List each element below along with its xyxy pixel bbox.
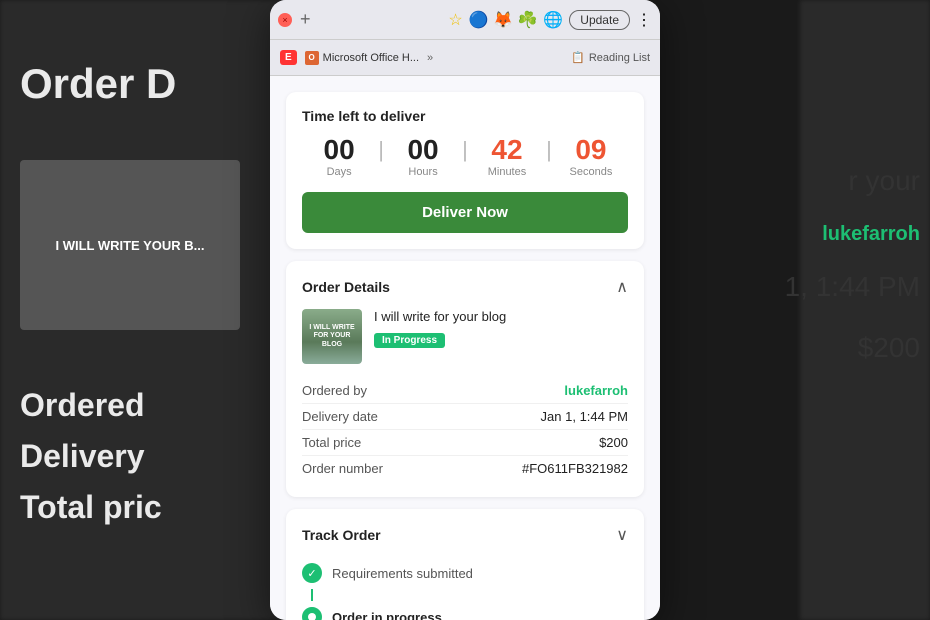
ordered-by-row: Ordered by lukefarroh: [302, 378, 628, 404]
countdown-hours: 00 Hours: [386, 136, 460, 178]
browser-window: × + ☆ 🔵 🦊 ☘️ 🌐 Update ⋮ E O Microsoft Of…: [270, 0, 660, 620]
countdown-minutes: 42 Minutes: [470, 136, 544, 178]
days-label: Days: [302, 166, 376, 178]
days-value: 00: [302, 136, 376, 164]
bg-right-text: r your lukefarroh 1, 1:44 PM $200: [785, 150, 920, 379]
deliver-now-button[interactable]: Deliver Now: [302, 192, 628, 233]
track-progress-icon: [302, 607, 322, 620]
browser-tabs: E O Microsoft Office H... »: [280, 50, 563, 65]
time-left-title: Time left to deliver: [302, 108, 628, 124]
more-tabs-indicator[interactable]: »: [427, 52, 433, 64]
reading-list-button[interactable]: 📋 Reading List: [571, 51, 650, 64]
update-button[interactable]: Update: [569, 10, 630, 30]
bg-left-image: I WILL WRITE YOUR B...: [20, 160, 240, 330]
order-number-value: #FO611FB321982: [522, 461, 628, 476]
reading-list-icon: 📋: [571, 51, 585, 64]
track-order-card: Track Order ∨ ✓ Requirements submitted O…: [286, 509, 644, 620]
order-number-row: Order number #FO611FB321982: [302, 456, 628, 481]
office-tab-label: Microsoft Office H...: [323, 52, 419, 64]
etsy-tab[interactable]: E: [280, 50, 297, 65]
minutes-value: 42: [470, 136, 544, 164]
total-price-label: Total price: [302, 435, 361, 450]
menu-dots-icon[interactable]: ⋮: [636, 10, 652, 30]
track-step-1: ✓ Requirements submitted: [302, 557, 628, 589]
page-content: Time left to deliver 00 Days | 00 Hours …: [270, 76, 660, 620]
profile-icon[interactable]: 🌐: [543, 10, 563, 30]
chevron-up-icon[interactable]: ∧: [616, 277, 628, 297]
reading-list-label: Reading List: [589, 52, 650, 64]
track-connector-line: [311, 589, 313, 601]
tab-area: × +: [278, 9, 442, 30]
order-details-card: Order Details ∧ I WILL WRITE FOR YOUR BL…: [286, 261, 644, 497]
office-icon: O: [305, 51, 319, 65]
countdown-days: 00 Days: [302, 136, 376, 178]
hours-value: 00: [386, 136, 460, 164]
browser-top-right: ☆ 🔵 🦊 ☘️ 🌐 Update ⋮: [448, 10, 652, 30]
bg-left-img-text: I WILL WRITE YOUR B...: [47, 230, 212, 261]
gig-thumb-inner: I WILL WRITE FOR YOUR BLOG: [302, 309, 362, 364]
tab-close-button[interactable]: ×: [278, 13, 292, 27]
track-done-icon: ✓: [302, 563, 322, 583]
total-price-value: $200: [599, 435, 628, 450]
track-step-1-label: Requirements submitted: [332, 566, 473, 581]
total-price-row: Total price $200: [302, 430, 628, 456]
order-details-title: Order Details: [302, 279, 390, 295]
bg-left-heading: Order D: [20, 60, 176, 108]
seconds-value: 09: [554, 136, 628, 164]
gig-thumb-text: I WILL WRITE FOR YOUR BLOG: [302, 322, 362, 351]
ordered-by-value[interactable]: lukefarroh: [564, 383, 628, 398]
status-badge: In Progress: [374, 333, 445, 348]
extensions-icons: 🔵 🦊 ☘️: [469, 10, 538, 30]
gig-thumbnail: I WILL WRITE FOR YOUR BLOG: [302, 309, 362, 364]
tab-add-button[interactable]: +: [296, 9, 315, 30]
track-order-title: Track Order: [302, 527, 381, 543]
minutes-label: Minutes: [470, 166, 544, 178]
track-step-2-label: Order in progress: [332, 610, 442, 620]
countdown-seconds: 09 Seconds: [554, 136, 628, 178]
sep-2: |: [460, 137, 470, 163]
order-number-label: Order number: [302, 461, 383, 476]
countdown-timer: 00 Days | 00 Hours | 42 Minutes | 09 Sec…: [302, 136, 628, 178]
delivery-date-value: Jan 1, 1:44 PM: [541, 409, 628, 424]
bookmark-star-icon[interactable]: ☆: [448, 10, 462, 30]
browser-top-bar: × + ☆ 🔵 🦊 ☘️ 🌐 Update ⋮: [270, 0, 660, 40]
address-bar: E O Microsoft Office H... » 📋 Reading Li…: [270, 40, 660, 76]
bg-left-lower-text: Ordered Delivery Total pric: [20, 380, 162, 534]
track-order-header: Track Order ∨: [302, 525, 628, 545]
gig-title: I will write for your blog: [374, 309, 628, 324]
order-gig-row: I WILL WRITE FOR YOUR BLOG I will write …: [302, 309, 628, 364]
delivery-date-label: Delivery date: [302, 409, 378, 424]
hours-label: Hours: [386, 166, 460, 178]
gig-info: I will write for your blog In Progress: [374, 309, 628, 348]
office-tab[interactable]: O Microsoft Office H...: [305, 51, 419, 65]
seconds-label: Seconds: [554, 166, 628, 178]
sep-1: |: [376, 137, 386, 163]
delivery-date-row: Delivery date Jan 1, 1:44 PM: [302, 404, 628, 430]
time-left-card: Time left to deliver 00 Days | 00 Hours …: [286, 92, 644, 249]
sep-3: |: [544, 137, 554, 163]
ordered-by-label: Ordered by: [302, 383, 367, 398]
track-step-2: Order in progress: [302, 601, 628, 620]
track-items-list: ✓ Requirements submitted Order in progre…: [302, 557, 628, 620]
order-details-header: Order Details ∧: [302, 277, 628, 297]
track-chevron-icon[interactable]: ∨: [616, 525, 628, 545]
